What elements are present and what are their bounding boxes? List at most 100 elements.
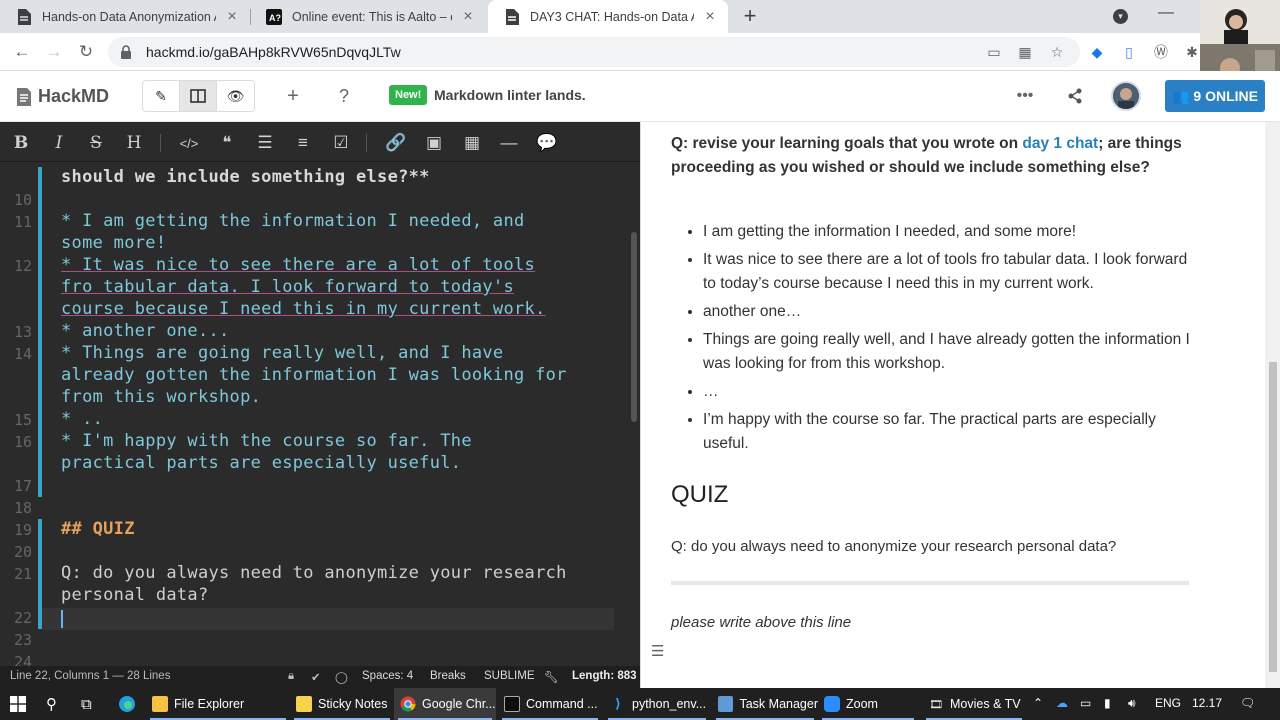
browser-tab-3[interactable]: DAY3 CHAT: Hands-on Data Ano × — [488, 0, 728, 33]
reload-icon[interactable]: ↻ — [74, 40, 98, 64]
view-mode-eye-icon[interactable]: 👁 — [217, 81, 254, 111]
extension-wordpress-icon[interactable]: Ⓦ — [1152, 43, 1170, 61]
breaks-setting[interactable]: Breaks — [430, 670, 466, 682]
online-users-button[interactable]: 👥 9 ONLINE — [1165, 80, 1265, 112]
input-language[interactable]: ENG — [1155, 696, 1181, 710]
taskbar-app-sticky-notes[interactable]: Sticky Notes — [290, 688, 394, 720]
image-icon[interactable]: ▣ — [423, 132, 445, 154]
heading-icon[interactable]: H — [123, 132, 145, 154]
announcement-text[interactable]: Markdown linter lands. — [434, 87, 586, 103]
day1-chat-link[interactable]: day 1 chat — [1022, 135, 1098, 152]
quiz-heading: QUIZ — [671, 481, 729, 508]
bullet-list-icon[interactable]: ☰ — [254, 132, 276, 154]
keymap-setting[interactable]: SUBLIME — [484, 670, 535, 682]
taskbar-app-vscode[interactable]: ⟩ python_env... — [604, 688, 710, 720]
line-number: 10 — [13, 191, 32, 209]
windows-start-icon[interactable] — [10, 688, 26, 720]
editor-line: course because I need this in my current… — [61, 299, 546, 319]
editor-line: practical parts are especially useful. — [61, 453, 462, 473]
help-question-icon[interactable]: ? — [333, 85, 355, 107]
close-icon[interactable]: × — [224, 8, 240, 25]
edit-mode-pencil-icon[interactable]: ✎ — [143, 81, 180, 111]
editor-line: from this workshop. — [61, 387, 262, 407]
taskbar-app-google-chrome[interactable]: Google Chr... — [394, 688, 496, 720]
link-icon[interactable]: 🔗 — [385, 132, 407, 154]
editor-line: * I'm happy with the course so far. The — [61, 431, 472, 451]
markdown-editor: B I S H </> ❝ ☰ ≡ ☑ 🔗 ▣ ▦ — 💬 should we … — [0, 122, 640, 666]
qr-code-icon[interactable]: ▦ — [1016, 43, 1034, 61]
new-note-plus-icon[interactable]: + — [282, 85, 304, 107]
tab-search-icon[interactable]: ▾ — [1113, 9, 1128, 24]
extension-cap-icon[interactable]: ◆ — [1088, 43, 1106, 61]
editor-scrollbar[interactable] — [631, 232, 637, 422]
line-number: 23 — [13, 631, 32, 649]
close-icon[interactable]: × — [702, 8, 718, 25]
spellcheck-icon[interactable]: ◯ — [335, 670, 348, 684]
minimize-icon[interactable]: — — [1158, 4, 1174, 22]
change-marker — [38, 167, 42, 211]
address-bar[interactable]: hackmd.io/gaBAHp8kRVW65nDqvqJLTw — [108, 37, 1080, 67]
bold-icon[interactable]: B — [10, 132, 32, 154]
edge-browser-icon[interactable] — [118, 688, 136, 720]
new-tab-button[interactable]: + — [738, 3, 762, 28]
browser-tab-2[interactable]: A? Online event: This is Aalto – our × — [250, 0, 486, 33]
install-app-icon[interactable]: ▭ — [985, 43, 1003, 61]
numbered-list-icon[interactable]: ≡ — [292, 132, 314, 154]
strikethrough-icon[interactable]: S — [85, 132, 107, 154]
taskbar-app-task-manager[interactable]: Task Manager — [712, 688, 818, 720]
check-icon[interactable]: ✔ — [311, 670, 321, 684]
more-menu-icon[interactable]: ••• — [1014, 85, 1036, 107]
tray-overflow-chevron-icon[interactable]: ⌃ — [1033, 696, 1043, 710]
hackmd-logo[interactable]: HackMD — [16, 86, 109, 107]
table-icon[interactable]: ▦ — [461, 132, 483, 154]
answers-list: I am getting the information I needed, a… — [671, 220, 1191, 460]
close-icon[interactable]: × — [460, 8, 476, 25]
indent-setting[interactable]: Spaces: 4 — [362, 670, 413, 682]
taskbar-app-command-prompt[interactable]: Command ... — [498, 688, 602, 720]
editor-line: already gotten the information I was loo… — [61, 365, 567, 385]
volume-icon[interactable]: 🔊︎ — [1128, 696, 1136, 711]
taskbar-app-zoom[interactable]: Zoom — [818, 688, 918, 720]
notifications-icon[interactable]: 🗨︎ — [1240, 696, 1255, 710]
answer-item: I’m happy with the course so far. The pr… — [703, 408, 1191, 456]
battery-icon[interactable]: ▮ — [1104, 696, 1111, 710]
taskbar-app-file-explorer[interactable]: File Explorer — [146, 688, 290, 720]
italic-icon[interactable]: I — [48, 132, 70, 154]
task-view-icon[interactable]: ⧉ — [81, 688, 92, 720]
extensions-puzzle-icon[interactable]: ✱ — [1183, 43, 1201, 61]
back-arrow-icon[interactable]: ← — [10, 40, 34, 64]
vscode-icon: ⟩ — [615, 696, 621, 711]
quote-icon[interactable]: ❝ — [216, 132, 238, 154]
extension-docs-icon[interactable]: ▯ — [1120, 43, 1138, 61]
editor-line: * Things are going really well, and I ha… — [61, 343, 504, 363]
user-avatar[interactable] — [1111, 81, 1141, 111]
taskbar-app-label: Zoom — [846, 697, 878, 711]
browser-tab-1[interactable]: Hands-on Data Anonymization A × — [0, 0, 250, 33]
table-of-contents-icon[interactable]: ☰ — [651, 642, 667, 660]
editor-line: Q: do you always need to anonymize your … — [61, 563, 567, 583]
checklist-icon[interactable]: ☑ — [330, 132, 352, 154]
bookmark-star-icon[interactable]: ☆ — [1048, 43, 1066, 61]
comment-icon[interactable]: 💬 — [536, 132, 558, 154]
share-icon[interactable] — [1064, 85, 1086, 107]
aalto-logo-icon: A? — [266, 8, 282, 25]
editor-line: * another one... — [61, 321, 230, 341]
code-icon[interactable]: </> — [178, 132, 200, 154]
lock-icon[interactable]: 🔒︎ — [288, 670, 294, 683]
line-number: 19 — [13, 521, 32, 539]
line-number: 17 — [13, 477, 32, 495]
split-mode-columns-icon[interactable] — [180, 81, 217, 111]
wrench-icon[interactable]: 🔧︎ — [544, 670, 559, 684]
forward-arrow-icon[interactable]: → — [42, 40, 66, 64]
onedrive-cloud-icon[interactable]: ☁ — [1056, 696, 1068, 710]
taskbar-app-movies-tv[interactable]: 🎞︎ Movies & TV — [922, 688, 1026, 720]
taskbar-app-label: Google Chr... — [422, 697, 496, 711]
clock-time[interactable]: 12.17 — [1192, 696, 1222, 710]
document-length: Length: 883 — [572, 670, 637, 682]
editor-body[interactable]: should we include something else?** 10 11 *… — [0, 162, 640, 666]
search-icon[interactable]: ⚲ — [46, 688, 57, 720]
answer-item: Things are going really well, and I have… — [703, 328, 1191, 376]
network-icon[interactable]: ▭ — [1080, 696, 1091, 710]
horizontal-rule-icon[interactable]: — — [498, 132, 520, 154]
preview-scroll-thumb[interactable] — [1269, 362, 1277, 672]
